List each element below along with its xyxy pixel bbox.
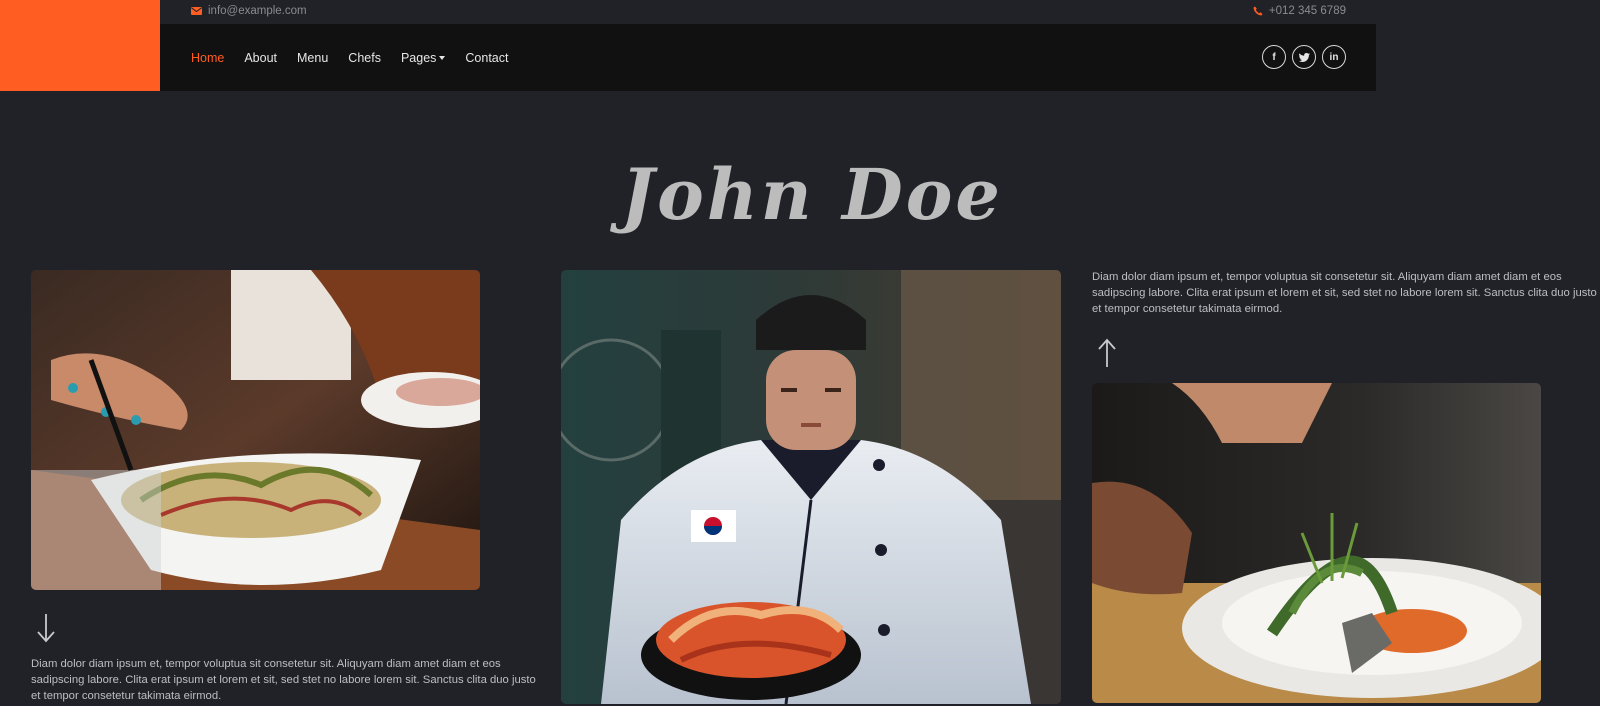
linkedin-icon[interactable]: in [1322,45,1346,69]
phone-text: +012 345 6789 [1268,5,1346,17]
social-links: f in [1262,45,1346,69]
topbar: info@example.com +012 345 6789 [160,0,1376,24]
nav-menu-label: Menu [297,50,329,65]
nav-chefs[interactable]: Chefs [348,51,381,65]
twitter-bird-glyph [1298,52,1310,62]
phone-icon [1253,6,1263,16]
nav-menu[interactable]: Menu [297,51,328,65]
page-title: John Doe [621,153,1003,236]
envelope-icon [191,7,202,15]
topbar-phone[interactable]: +012 345 6789 [1253,5,1346,17]
chef-portrait-photo [561,270,1061,704]
nav-contact-label: Contact [465,50,509,65]
chevron-down-icon [439,56,446,60]
nav-pages-dropdown[interactable]: Pages [400,50,446,65]
facebook-icon[interactable]: f [1262,45,1286,69]
nav-pages-label: Pages [400,50,437,65]
nav-links: Home About Menu Chefs Pages Contact [191,24,509,91]
description-text-left: Diam dolor diam ipsum et, tempor voluptu… [31,658,536,702]
food-photo-plated [1092,383,1541,703]
description-text-right: Diam dolor diam ipsum et, tempor voluptu… [1092,271,1597,315]
linkedin-glyph: in [1329,51,1339,63]
navbar: Home About Menu Chefs Pages Contact f in [160,24,1376,91]
food-photo-salad [31,270,480,590]
brand-block [0,0,160,91]
facebook-glyph: f [1272,51,1276,63]
nav-chefs-label: Chefs [348,50,381,65]
arrow-up-icon [1098,338,1116,367]
nav-home[interactable]: Home [191,51,224,65]
nav-about-label: About [244,50,278,65]
twitter-icon[interactable] [1292,45,1316,69]
nav-about[interactable]: About [244,51,277,65]
arrow-down-icon [37,614,55,643]
nav-home-label: Home [191,50,225,65]
nav-contact[interactable]: Contact [465,51,508,65]
email-text: info@example.com [208,5,307,17]
topbar-email[interactable]: info@example.com [191,5,307,17]
